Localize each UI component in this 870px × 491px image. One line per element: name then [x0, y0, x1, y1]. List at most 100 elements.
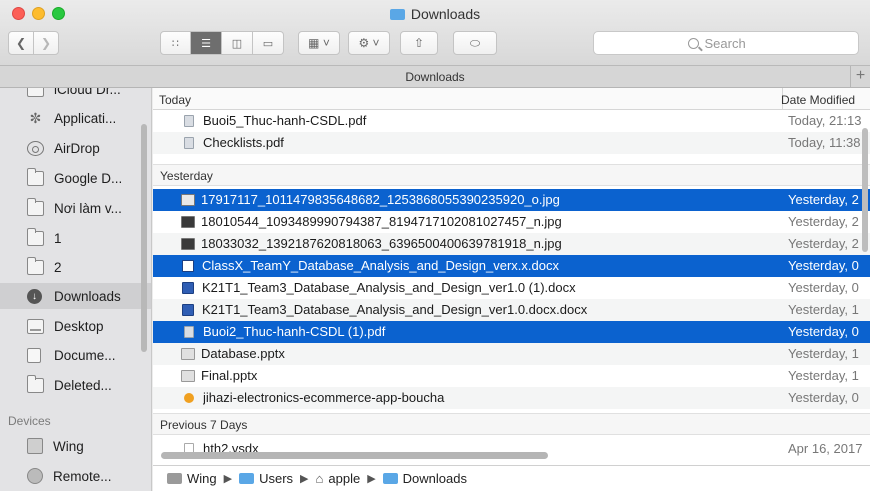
column-view-button[interactable]: ◫: [222, 31, 253, 55]
file-row[interactable]: 17917117_1011479835648682_12538680553902…: [153, 189, 870, 211]
sidebar-item-label: Docume...: [54, 347, 116, 363]
icon-view-button[interactable]: ∷: [160, 31, 191, 55]
file-name: K21T1_Team3_Database_Analysis_and_Design…: [202, 302, 588, 318]
download-icon: ↓: [27, 288, 42, 304]
file-row[interactable]: Buoi5_Thuc-hanh-CSDL.pdf Today, 21:13: [153, 110, 870, 132]
new-tab-button[interactable]: +: [850, 66, 870, 88]
chevron-right-icon: ▶: [223, 473, 233, 485]
sidebar-item-label: AirDrop: [54, 140, 100, 156]
html-file-icon: [184, 392, 194, 403]
file-name: K21T1_Team3_Database_Analysis_and_Design…: [202, 280, 576, 296]
folder-icon: [27, 227, 44, 246]
image-file-icon: [181, 193, 195, 206]
hard-drive-icon: [167, 473, 182, 484]
path-segment-downloads[interactable]: Downloads: [403, 471, 467, 486]
list-vertical-scrollbar[interactable]: [862, 128, 868, 252]
path-tab-bar: Downloads +: [0, 66, 870, 88]
sidebar-item-google-drive[interactable]: Google D...: [0, 165, 151, 191]
sidebar-item-1[interactable]: 1: [0, 225, 151, 251]
file-date: Yesterday, 0: [788, 258, 859, 274]
view-mode-selector: ∷ ☰ ◫ ▭: [160, 31, 284, 55]
column-header: Today Date Modified: [153, 88, 870, 110]
file-list: Today Date Modified Buoi5_Thuc-hanh-CSDL…: [153, 88, 870, 491]
sidebar-item-applications[interactable]: ✼ Applicati...: [0, 105, 151, 131]
sidebar-item-label: Applicati...: [54, 110, 117, 126]
search-input[interactable]: [704, 35, 765, 51]
file-date: Yesterday, 2: [788, 214, 859, 230]
window-title: Downloads: [0, 6, 870, 22]
arrange-button[interactable]: ▦ ˅: [298, 31, 340, 55]
cloud-icon: [27, 88, 44, 97]
file-date: Today, 21:13: [788, 113, 862, 129]
folder-icon: [27, 374, 44, 393]
plus-icon: +: [855, 67, 866, 84]
image-file-icon: [181, 215, 195, 228]
grid-icon: ∷: [172, 37, 179, 50]
sidebar-item-downloads[interactable]: ↓ Downloads: [0, 283, 151, 309]
sidebar-item-documents[interactable]: Docume...: [0, 342, 151, 368]
folder-icon: [27, 167, 44, 186]
sidebar-item-deleted[interactable]: Deleted...: [0, 372, 151, 398]
share-icon: ⇧: [413, 36, 425, 50]
file-name: jihazi-electronics-ecommerce-app-boucha: [203, 390, 445, 406]
tab-downloads[interactable]: Downloads: [405, 70, 464, 84]
sidebar-item-label: Wing: [53, 438, 84, 454]
file-row[interactable]: K21T1_Team3_Database_Analysis_and_Design…: [153, 277, 870, 299]
list-icon: ☰: [201, 37, 211, 50]
sidebar-item-label: Google D...: [54, 170, 123, 186]
file-row[interactable]: Database.pptx Yesterday, 1: [153, 343, 870, 365]
folder-icon: [382, 473, 398, 484]
file-name: 17917117_1011479835648682_12538680553902…: [201, 192, 560, 208]
list-view-button[interactable]: ☰: [191, 31, 222, 55]
path-segment-users[interactable]: Users: [259, 471, 293, 486]
file-row[interactable]: Buoi2_Thuc-hanh-CSDL (1).pdf Yesterday, …: [153, 321, 870, 343]
columns-icon: ◫: [231, 37, 243, 50]
path-segment-wing[interactable]: Wing: [187, 471, 217, 486]
sidebar-item-2[interactable]: 2: [0, 254, 151, 280]
arrange-icon: ▦ ˅: [308, 36, 330, 50]
sidebar-item-noi-lam-viec[interactable]: Nơi làm v...: [0, 195, 151, 221]
pdf-file-icon: [184, 325, 194, 338]
chevron-right-icon: ❯: [40, 36, 52, 50]
search-field[interactable]: [593, 31, 859, 55]
sidebar-item-icloud-drive[interactable]: iCloud Dr...: [0, 88, 151, 102]
window-title-text: Downloads: [410, 6, 481, 22]
file-row[interactable]: 18033032_1392187620818063_63965004006397…: [153, 233, 870, 255]
action-button[interactable]: ⚙ ˅: [348, 31, 390, 55]
pdf-file-icon: [184, 136, 194, 149]
file-name: Checklists.pdf: [203, 135, 284, 151]
sidebar-scrollbar[interactable]: [141, 124, 147, 352]
file-row[interactable]: Final.pptx Yesterday, 1: [153, 365, 870, 387]
tag-button[interactable]: ⬭: [453, 31, 497, 55]
list-horizontal-scrollbar[interactable]: [161, 452, 548, 459]
sidebar-item-airdrop[interactable]: AirDrop: [0, 135, 151, 161]
chevron-right-icon: ▶: [367, 473, 376, 485]
file-date: Yesterday, 1: [788, 302, 859, 318]
file-row[interactable]: K21T1_Team3_Database_Analysis_and_Design…: [153, 299, 870, 321]
group-header-previous-7-days: Previous 7 Days: [153, 413, 870, 435]
file-date: Apr 16, 2017: [788, 441, 863, 457]
devices-header: Devices: [8, 414, 51, 428]
file-row[interactable]: jihazi-electronics-ecommerce-app-boucha …: [153, 387, 870, 409]
file-date: Yesterday, 2: [788, 192, 859, 208]
sidebar-item-desktop[interactable]: Desktop: [0, 313, 151, 339]
folder-icon: [389, 9, 405, 20]
search-icon: [687, 37, 699, 49]
forward-button[interactable]: ❯: [33, 31, 59, 55]
back-button[interactable]: ❮: [8, 31, 34, 55]
sidebar-item-label: Nơi làm v...: [54, 200, 122, 216]
file-row[interactable]: Checklists.pdf Today, 11:38: [153, 132, 870, 154]
chevron-left-icon: ❮: [15, 36, 27, 50]
file-date: Yesterday, 1: [788, 346, 859, 362]
file-row[interactable]: 18010544_1093489990794387_81947171020810…: [153, 211, 870, 233]
sidebar-item-remote-disc[interactable]: Remote...: [0, 463, 151, 489]
share-button[interactable]: ⇧: [400, 31, 438, 55]
group-header-today[interactable]: Today: [159, 93, 191, 107]
path-segment-apple[interactable]: apple: [328, 471, 360, 486]
sidebar-item-wing[interactable]: Wing: [0, 433, 151, 459]
file-name: Final.pptx: [201, 368, 258, 384]
file-row[interactable]: ClassX_TeamY_Database_Analysis_and_Desig…: [153, 255, 870, 277]
cover-flow-button[interactable]: ▭: [253, 31, 284, 55]
date-modified-column-header[interactable]: Date Modified: [781, 93, 855, 107]
cover-flow-icon: ▭: [262, 37, 274, 50]
